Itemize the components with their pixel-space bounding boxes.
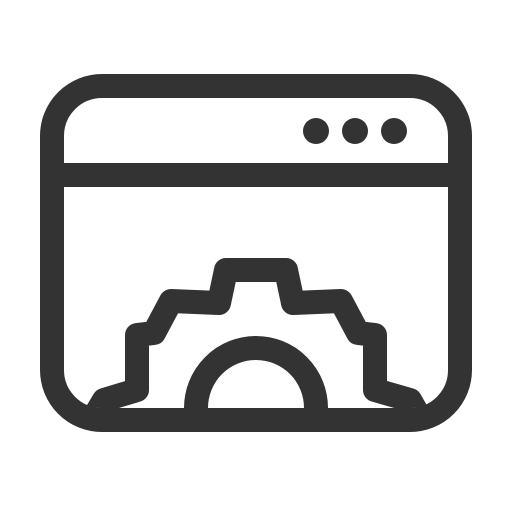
icon-canvas — [0, 0, 512, 512]
window-dot — [303, 118, 329, 144]
gear-icon — [64, 258, 448, 408]
gear-hub — [184, 336, 328, 408]
window-dots-icon — [303, 118, 407, 144]
browser-settings-icon — [40, 74, 472, 432]
window-dot — [342, 118, 368, 144]
window-dot — [381, 118, 407, 144]
gear-teeth — [64, 258, 448, 408]
